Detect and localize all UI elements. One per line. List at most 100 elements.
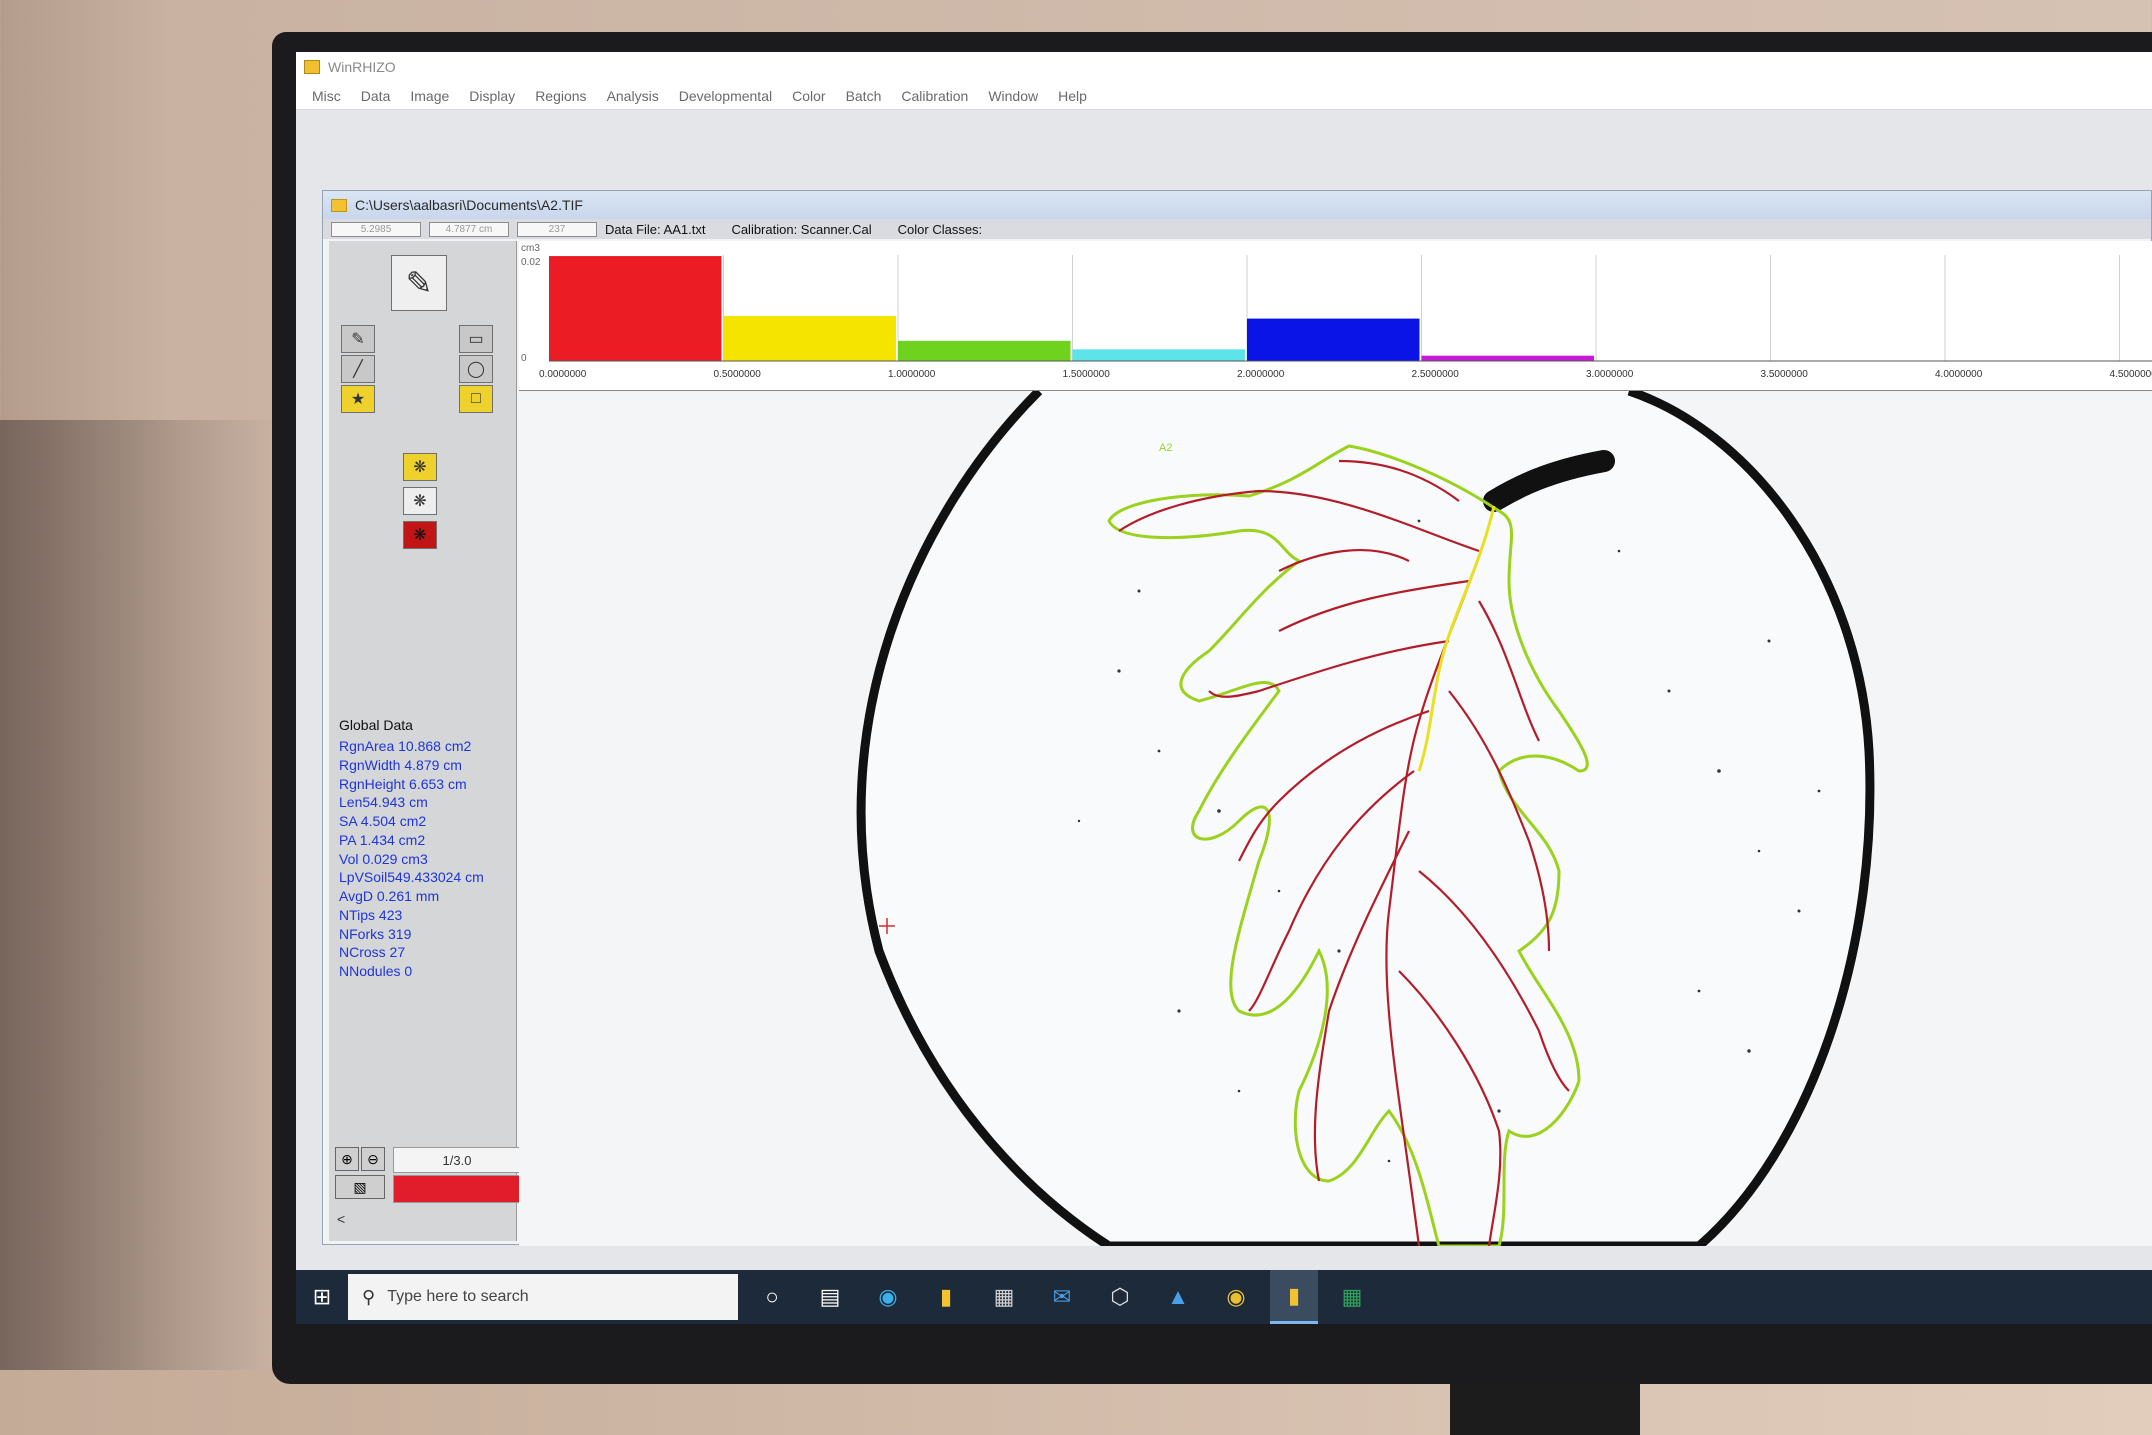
hist-bar [898, 340, 1071, 361]
root-tool-icon[interactable]: ★ [341, 385, 375, 413]
hist-ytick: 0.02 [521, 257, 541, 268]
document-title-bar[interactable]: C:\Users\aalbasri\Documents\A2.TIF [323, 191, 2151, 219]
menu-developmental[interactable]: Developmental [669, 88, 782, 104]
menu-analysis[interactable]: Analysis [597, 88, 669, 104]
menu-data[interactable]: Data [351, 88, 401, 104]
winrhizo-icon[interactable]: ▮ [1270, 1270, 1318, 1324]
scanned-image-view[interactable]: A2 [519, 391, 2152, 1246]
windows-start-icon[interactable]: ⊞ [296, 1270, 348, 1324]
global-data-title: Global Data [339, 717, 413, 733]
tool-panel: ✎ ✎ ▭ ╱ ◯ ★ □ ❋ ❋ ❋ Global Data RgnArea … [329, 241, 521, 1241]
mail-icon[interactable]: ✉ [1038, 1270, 1086, 1324]
hist-xtick: 2.0000000 [1237, 369, 1285, 380]
scanner-icon[interactable]: ✎ [391, 255, 447, 311]
root-analysis-icon[interactable]: ❋ [403, 453, 437, 481]
zoom-controls: ⊕ ⊖ ▧ 1/3.0 [335, 1147, 521, 1203]
mdi-workspace: C:\Users\aalbasri\Documents\A2.TIF 5.298… [296, 110, 2152, 1270]
hist-xtick: 1.0000000 [888, 369, 936, 380]
menu-bar: Misc Data Image Display Regions Analysis… [296, 82, 2152, 110]
rectangle-select-icon[interactable]: ▭ [459, 325, 493, 353]
app-title: WinRHIZO [328, 59, 396, 75]
menu-calibration[interactable]: Calibration [891, 88, 978, 104]
root-image: A2 [856, 391, 1875, 1246]
global-ntips: NTips 423 [339, 906, 403, 923]
global-rgnwidth: RgnWidth 4.879 cm [339, 756, 462, 773]
polygon-select-icon[interactable]: □ [459, 385, 493, 413]
global-nnodules: NNodules 0 [339, 963, 413, 979]
document-path: C:\Users\aalbasri\Documents\A2.TIF [355, 197, 583, 213]
pencil-icon[interactable]: ✎ [341, 325, 375, 353]
hist-xtick: 0.0000000 [539, 369, 587, 380]
status-row: 5.2985 4.7877 cm 237 Data File: AA1.txt … [323, 219, 2151, 239]
excel-icon[interactable]: ▦ [1328, 1270, 1376, 1324]
global-avgd: AvgD 0.261 mm [339, 888, 440, 904]
file-explorer-icon[interactable]: ▮ [922, 1270, 970, 1324]
status-box-3: 237 [517, 221, 597, 237]
status-box-2: 4.7877 cm [429, 221, 509, 237]
hist-xtick: 3.5000000 [1761, 369, 1809, 380]
region-label: A2 [1159, 442, 1172, 454]
hist-bar [1421, 355, 1594, 361]
room-shadow [0, 420, 280, 1435]
hist-bar [549, 256, 722, 361]
taskbar-search-box[interactable]: ⚲ Type here to search [348, 1274, 738, 1320]
hist-xtick: 2.5000000 [1412, 369, 1460, 380]
global-len: Len54.943 cm [339, 794, 428, 811]
menu-batch[interactable]: Batch [836, 88, 892, 104]
hist-xtick: 4.5000000 [2110, 369, 2152, 380]
image-document-window: C:\Users\aalbasri\Documents\A2.TIF 5.298… [322, 190, 2152, 1246]
color-indicator [393, 1175, 521, 1203]
hist-ylabel: cm3 [521, 243, 540, 254]
search-icon: ⚲ [362, 1286, 376, 1307]
histogram-toggle-icon[interactable]: ▧ [335, 1175, 385, 1199]
menu-color[interactable]: Color [782, 88, 835, 104]
global-rgnarea: RgnArea 10.868 cm2 [339, 738, 472, 754]
hist-xtick: 0.5000000 [714, 369, 762, 380]
global-rgnheight: RgnHeight 6.653 cm [339, 775, 467, 792]
root-color-icon[interactable]: ❋ [403, 521, 437, 549]
search-placeholder: Type here to search [387, 1288, 529, 1305]
menu-regions[interactable]: Regions [525, 88, 596, 104]
monitor-screen: WinRHIZO Misc Data Image Display Regions… [296, 52, 2152, 1324]
menu-image[interactable]: Image [400, 88, 459, 104]
app-title-bar: WinRHIZO [296, 52, 2152, 82]
cortana-icon[interactable]: ○ [748, 1270, 796, 1324]
hist-xtick: 3.0000000 [1586, 369, 1634, 380]
menu-help[interactable]: Help [1048, 88, 1097, 104]
zoom-out-icon[interactable]: ⊖ [361, 1147, 385, 1171]
hist-xtick: 4.0000000 [1935, 369, 1983, 380]
windows-taskbar: ⊞ ⚲ Type here to search ○ ▤ ◉ ▮ ▦ ✉ ⬡ ▲ … [296, 1270, 2152, 1324]
color-classes-label: Color Classes: [897, 221, 983, 237]
store-icon[interactable]: ▦ [980, 1270, 1028, 1324]
global-vol: Vol 0.029 cm3 [339, 850, 428, 867]
global-nforks: NForks 319 [339, 925, 412, 942]
ellipse-select-icon[interactable]: ◯ [459, 355, 493, 383]
menu-misc[interactable]: Misc [302, 88, 351, 104]
global-pa: PA 1.434 cm2 [339, 831, 426, 848]
scroll-left-arrow[interactable]: < [337, 1211, 345, 1227]
photos-icon[interactable]: ▲ [1154, 1270, 1202, 1324]
status-box-1: 5.2985 [331, 221, 421, 237]
histogram-chart: cm3 0.02 0 0.0000000 0.5000000 1.0000000 1.500… [521, 243, 2152, 380]
chrome-icon[interactable]: ◉ [1212, 1270, 1260, 1324]
folder-icon [331, 198, 347, 212]
app-icon [304, 60, 320, 74]
data-file-label: Data File: AA1.txt [605, 221, 706, 237]
hist-bar [1072, 349, 1245, 361]
edge-icon[interactable]: ◉ [864, 1270, 912, 1324]
hist-xtick: 1.5000000 [1063, 369, 1111, 380]
3d-viewer-icon[interactable]: ⬡ [1096, 1270, 1144, 1324]
global-lpvsoil: LpVSoil549.433024 cm [339, 869, 484, 886]
root-outline-icon[interactable]: ❋ [403, 487, 437, 515]
zoom-in-icon[interactable]: ⊕ [335, 1147, 359, 1171]
zoom-level: 1/3.0 [393, 1147, 521, 1173]
global-data-list: RgnArea 10.868 cm2 RgnWidth 4.879 cm Rgn… [339, 737, 515, 981]
menu-display[interactable]: Display [459, 88, 525, 104]
global-sa: SA 4.504 cm2 [339, 813, 427, 829]
hist-bar [723, 315, 896, 361]
calibration-label: Calibration: Scanner.Cal [731, 221, 872, 237]
histogram-panel: cm3 0.02 0 0.0000000 0.5000000 1.0000000 1.500… [519, 241, 2152, 391]
line-tool-icon[interactable]: ╱ [341, 355, 375, 383]
task-view-icon[interactable]: ▤ [806, 1270, 854, 1324]
menu-window[interactable]: Window [978, 88, 1048, 104]
